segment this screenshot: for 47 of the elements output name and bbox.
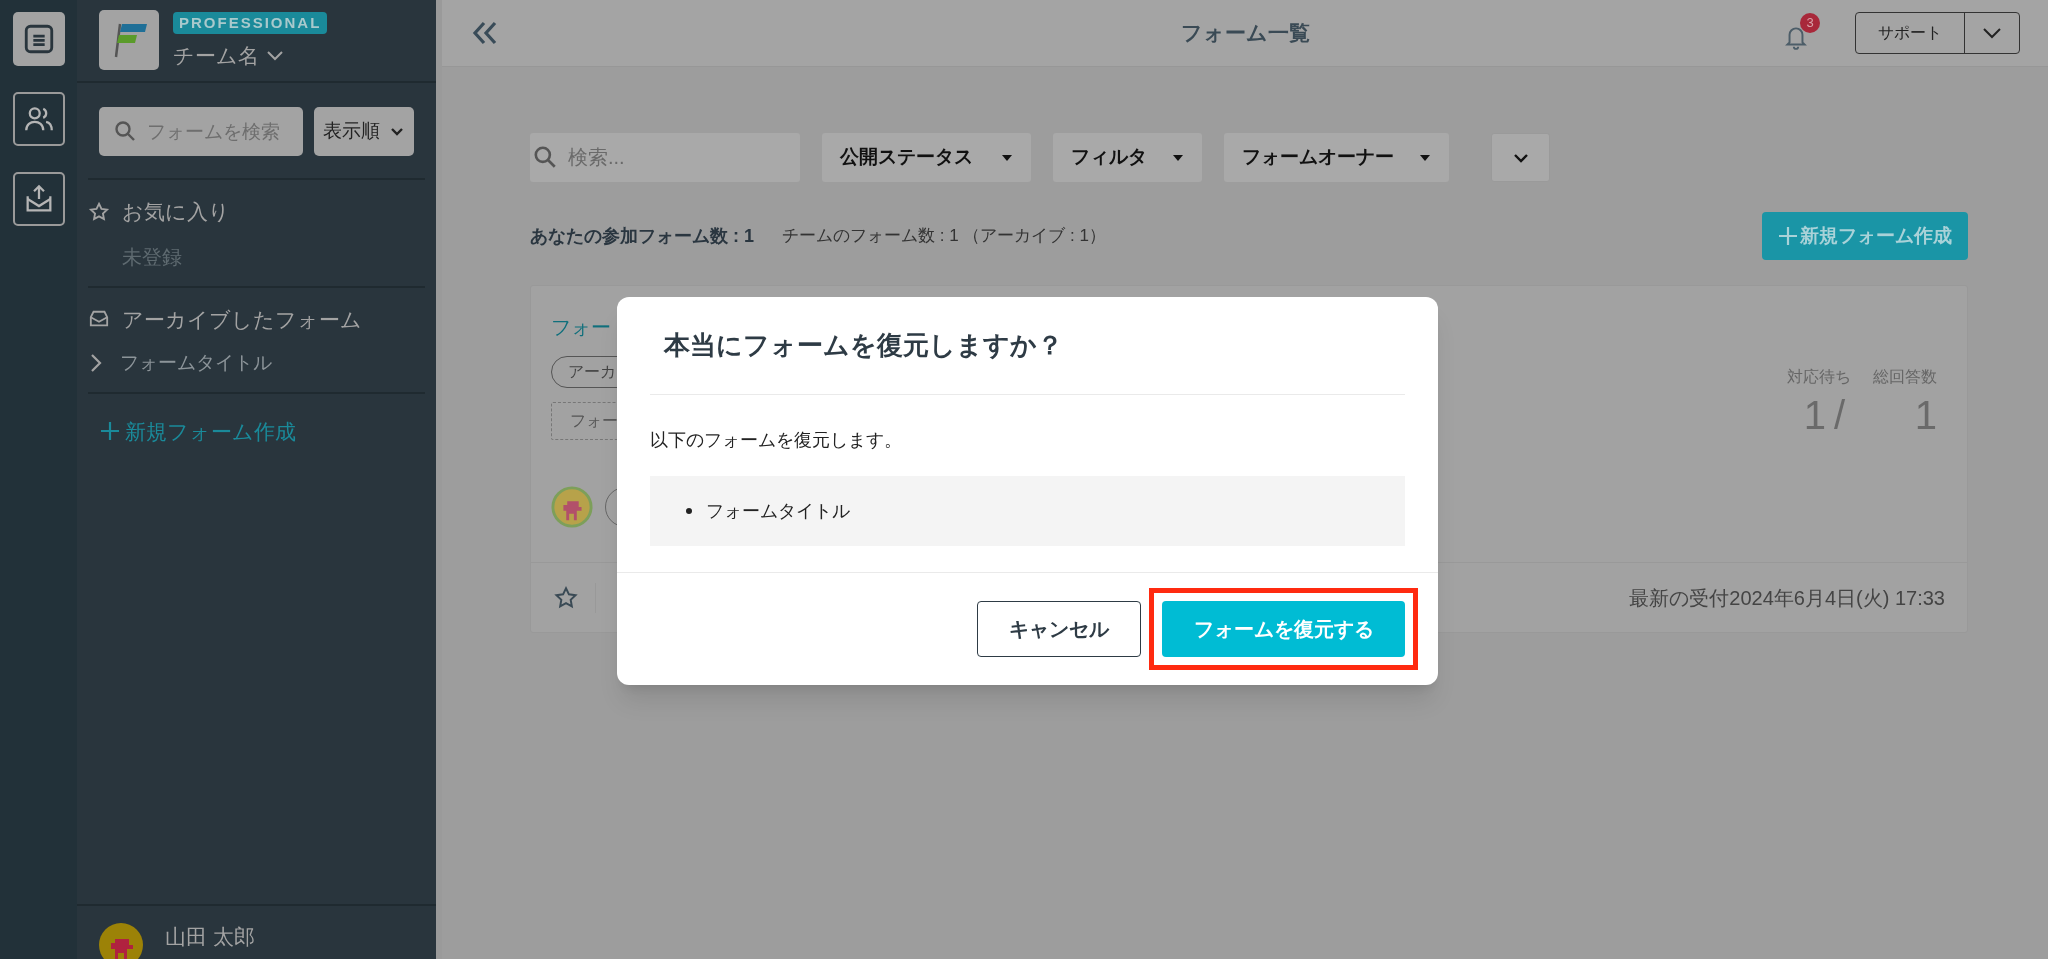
team-name-dropdown[interactable]: チーム名 [173,40,285,72]
caret-down-icon [1419,153,1431,162]
chevron-down-icon [1512,152,1529,163]
notification-badge: 3 [1800,13,1820,33]
page-title: フォーム一覧 [1180,20,1310,47]
stat-separator: / [1833,392,1846,439]
stat-label: 総回答数 [1873,367,1937,387]
stat-value: 1 [1914,392,1937,439]
rail-button[interactable] [12,12,65,66]
notification-button[interactable]: 3 [1783,13,1821,53]
latest-response-text: 最新の受付2024年6月4日(火) 17:33 [1629,585,1945,611]
plan-badge: PROFESSIONAL [173,12,328,34]
sort-button[interactable]: 表示順 [313,107,414,156]
chevron-down-icon [1982,27,2002,39]
filter-dropdown[interactable]: 公開ステータス [822,133,1031,182]
chevron-down-icon [265,48,285,63]
star-icon [88,200,110,223]
favorites-heading[interactable]: お気に入り [122,196,230,228]
form-name-text: フォームタイトル [706,499,850,523]
caret-down-icon [1172,153,1184,162]
rail-button[interactable] [12,92,65,146]
archived-forms-heading[interactable]: アーカイブしたフォーム [122,303,362,335]
dialog-message: 以下のフォームを復元します。 [650,429,903,452]
search-icon [532,144,558,170]
avatar-icon [551,486,593,528]
filter-dropdown[interactable]: フォームオーナー [1224,133,1449,182]
plus-icon [99,420,121,443]
dialog-title: 本当にフォームを復元しますか？ [664,329,1063,362]
user-name: 山田 太郎 [165,924,255,949]
team-count-text: チームのフォーム数 : 1 （アーカイブ : 1） [782,225,1106,248]
participating-count-text: あなたの参加フォーム数 : 1 [530,224,754,248]
stat-label: 対応待ち [1787,367,1851,387]
plus-icon [1778,226,1798,246]
new-form-link[interactable]: 新規フォーム作成 [99,415,296,447]
chevron-down-icon [390,126,405,137]
search-icon [113,119,137,143]
archived-form-item[interactable]: フォームタイトル [88,349,425,378]
stat-value: 1 [1803,392,1826,439]
search-field[interactable]: 検索... [530,133,800,182]
rail-button[interactable] [12,172,65,226]
star-icon[interactable] [553,584,579,611]
filter-dropdown[interactable]: フィルタ [1053,133,1202,182]
caret-down-icon [1001,153,1013,162]
bullet-icon [686,508,692,514]
cancel-button[interactable]: キャンセル [977,601,1141,657]
avatar-icon [99,923,143,959]
logo-icon [99,10,159,70]
